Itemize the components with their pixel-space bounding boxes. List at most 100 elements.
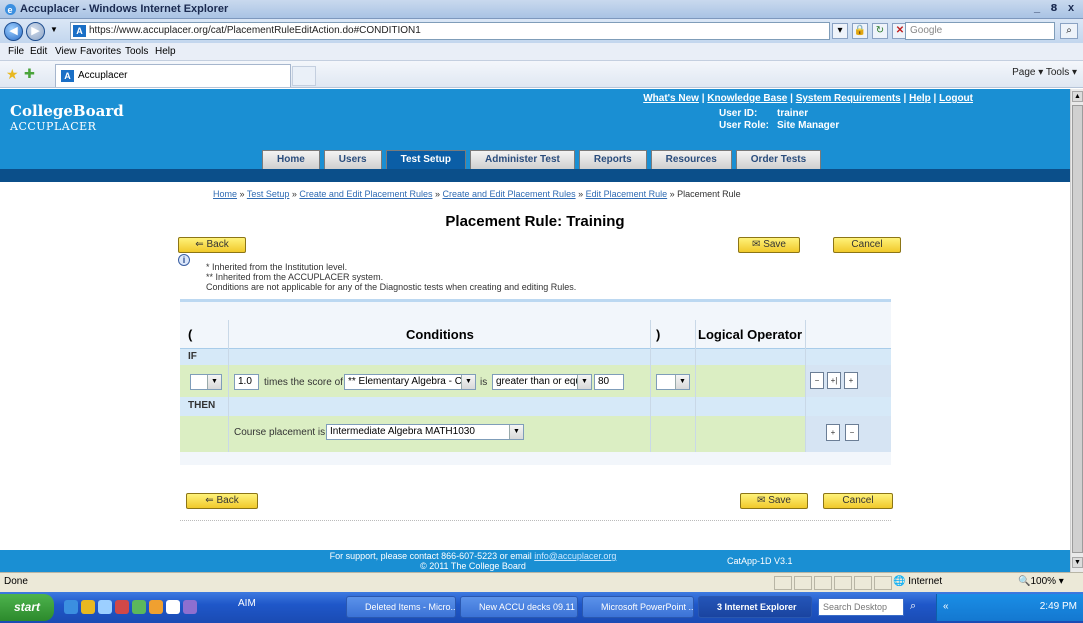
taskbar: start AIM Deleted Items - Micro... New A…	[0, 592, 1083, 623]
note-diagnostic: Conditions are not applicable for any of…	[206, 282, 577, 292]
is-text: is	[480, 377, 488, 388]
address-toolbar: ◀ ▶ ▼ A https://www.accuplacer.org/cat/P…	[0, 19, 1083, 43]
refresh-icon[interactable]: ↻	[872, 23, 888, 39]
collegeboard-logo[interactable]: CollegeBoard ACCUPLACER	[10, 102, 124, 133]
new-tab-button[interactable]	[292, 66, 316, 86]
back-button-bottom[interactable]: ⇐ Back	[186, 493, 258, 509]
address-field[interactable]: A https://www.accuplacer.org/cat/Placeme…	[70, 22, 830, 40]
add-favorite-icon[interactable]: ✚	[24, 66, 35, 82]
breadcrumb-test-setup[interactable]: Test Setup	[247, 189, 290, 199]
save-button-bottom[interactable]: ✉ Save	[740, 493, 808, 509]
task-internet-explorer[interactable]: 3 Internet Explorer	[698, 596, 812, 618]
app3-quicklaunch-icon[interactable]	[149, 600, 163, 614]
browser-tab[interactable]: A Accuplacer	[55, 64, 291, 87]
task-powerpoint[interactable]: Microsoft PowerPoint ...	[582, 596, 694, 618]
aim-button[interactable]: AIM	[238, 598, 256, 609]
search-icon[interactable]: ⌕	[1060, 23, 1078, 39]
desktop-quicklaunch-icon[interactable]	[98, 600, 112, 614]
task-outlook[interactable]: Deleted Items - Micro...	[346, 596, 456, 618]
multiplier-input[interactable]: 1.0	[234, 374, 259, 390]
save-button-top[interactable]: ✉ Save	[738, 237, 800, 253]
search-icon[interactable]: ⌕	[910, 600, 916, 613]
link-help[interactable]: Help	[909, 93, 931, 104]
close-paren-select[interactable]: ▼	[656, 374, 690, 390]
desktop-search-input[interactable]: Search Desktop	[818, 598, 904, 616]
scroll-up-icon[interactable]: ▲	[1072, 91, 1083, 102]
recent-pages-dropdown-icon[interactable]: ▼	[50, 25, 58, 34]
tray-expand-icon[interactable]: «	[943, 601, 949, 612]
folder-quicklaunch-icon[interactable]	[81, 600, 95, 614]
breadcrumb-home[interactable]: Home	[213, 189, 237, 199]
test-select[interactable]: ** Elementary Algebra - C ▼	[344, 374, 476, 390]
cancel-button-bottom[interactable]: Cancel	[823, 493, 893, 509]
link-logout[interactable]: Logout	[939, 93, 973, 104]
tab-test-setup[interactable]: Test Setup	[385, 150, 466, 169]
app4-quicklaunch-icon[interactable]	[166, 600, 180, 614]
copyright: © 2011 The College Board	[420, 561, 526, 571]
cancel-button-top[interactable]: Cancel	[833, 237, 901, 253]
ie-quicklaunch-icon[interactable]	[64, 600, 78, 614]
remove-condition-icon[interactable]: −	[810, 372, 824, 389]
minimize-button[interactable]: _	[1030, 2, 1044, 16]
menu-view[interactable]: View	[55, 46, 77, 57]
breadcrumb-edit-placement-rule[interactable]: Edit Placement Rule	[586, 189, 668, 199]
link-whats-new[interactable]: What's New	[643, 93, 699, 104]
task-folder[interactable]: New ACCU decks 09.11	[460, 596, 578, 618]
link-system-requirements[interactable]: System Requirements	[796, 93, 901, 104]
user-role-value: Site Manager	[777, 120, 840, 131]
tab-order-tests[interactable]: Order Tests	[735, 150, 822, 169]
menu-edit[interactable]: Edit	[30, 46, 47, 57]
lock-icon[interactable]: 🔒	[852, 23, 868, 39]
placement-select[interactable]: Intermediate Algebra MATH1030 ▼	[326, 424, 524, 440]
window-title: Accuplacer - Windows Internet Explorer	[20, 3, 229, 15]
address-dropdown-icon[interactable]: ▾	[832, 23, 848, 39]
scroll-down-icon[interactable]: ▼	[1072, 557, 1083, 568]
tab-reports[interactable]: Reports	[578, 150, 647, 169]
remove-placement-icon[interactable]: −	[845, 424, 859, 441]
open-paren-select[interactable]: ▼	[190, 374, 222, 390]
close-button[interactable]: x	[1064, 2, 1078, 16]
info-icon: i	[178, 254, 190, 266]
favorites-star-icon[interactable]: ★	[6, 66, 19, 83]
chevron-down-icon: ▼	[675, 375, 689, 389]
tab-favicon-icon: A	[61, 70, 74, 82]
cancel-label-bottom: Cancel	[842, 495, 874, 506]
add-placement-icon[interactable]: +	[826, 424, 840, 441]
breadcrumb-create-edit-rules-2[interactable]: Create and Edit Placement Rules	[443, 189, 576, 199]
menu-help[interactable]: Help	[155, 46, 176, 57]
search-input[interactable]: Google	[905, 22, 1055, 40]
forward-nav-button[interactable]: ▶	[26, 22, 45, 41]
tab-users[interactable]: Users	[323, 150, 382, 169]
support-email-link[interactable]: info@accuplacer.org	[534, 551, 616, 561]
score-input[interactable]: 80	[594, 374, 624, 390]
app2-quicklaunch-icon[interactable]	[132, 600, 146, 614]
breadcrumb: Home » Test Setup » Create and Edit Plac…	[213, 189, 741, 199]
start-button[interactable]: start	[0, 594, 54, 621]
tab-administer-test[interactable]: Administer Test	[470, 150, 575, 169]
security-zone[interactable]: 🌐 Internet	[893, 576, 942, 587]
link-knowledge-base[interactable]: Knowledge Base	[707, 93, 787, 104]
tab-resources[interactable]: Resources	[650, 150, 732, 169]
add-condition-icon[interactable]: +	[844, 372, 858, 389]
maximize-button[interactable]: 8	[1047, 2, 1061, 16]
app-quicklaunch-icon[interactable]	[115, 600, 129, 614]
tab-home[interactable]: Home	[262, 150, 320, 169]
scroll-thumb[interactable]	[1072, 105, 1083, 553]
breadcrumb-create-edit-rules[interactable]: Create and Edit Placement Rules	[299, 189, 432, 199]
menu-file[interactable]: File	[8, 46, 24, 57]
insert-condition-icon[interactable]: +|	[827, 372, 841, 389]
vertical-scrollbar[interactable]: ▲ ▼	[1070, 89, 1083, 572]
command-bar[interactable]: Page ▾ Tools ▾	[1012, 67, 1077, 78]
tab-label: Accuplacer	[78, 70, 128, 81]
back-button-top[interactable]: ⇐ Back	[178, 237, 246, 253]
app5-quicklaunch-icon[interactable]	[183, 600, 197, 614]
status-bar: Done 🌐 Internet 🔍100% ▾	[0, 572, 1083, 592]
menu-tools[interactable]: Tools	[125, 46, 148, 57]
menu-favorites[interactable]: Favorites	[80, 46, 121, 57]
operator-select[interactable]: greater than or equ ▼	[492, 374, 592, 390]
times-score-text: times the score of	[264, 377, 343, 388]
zoom-level[interactable]: 🔍100% ▾	[1018, 576, 1064, 587]
back-nav-button[interactable]: ◀	[4, 22, 23, 41]
status-cells	[774, 576, 892, 590]
divider	[695, 320, 696, 452]
